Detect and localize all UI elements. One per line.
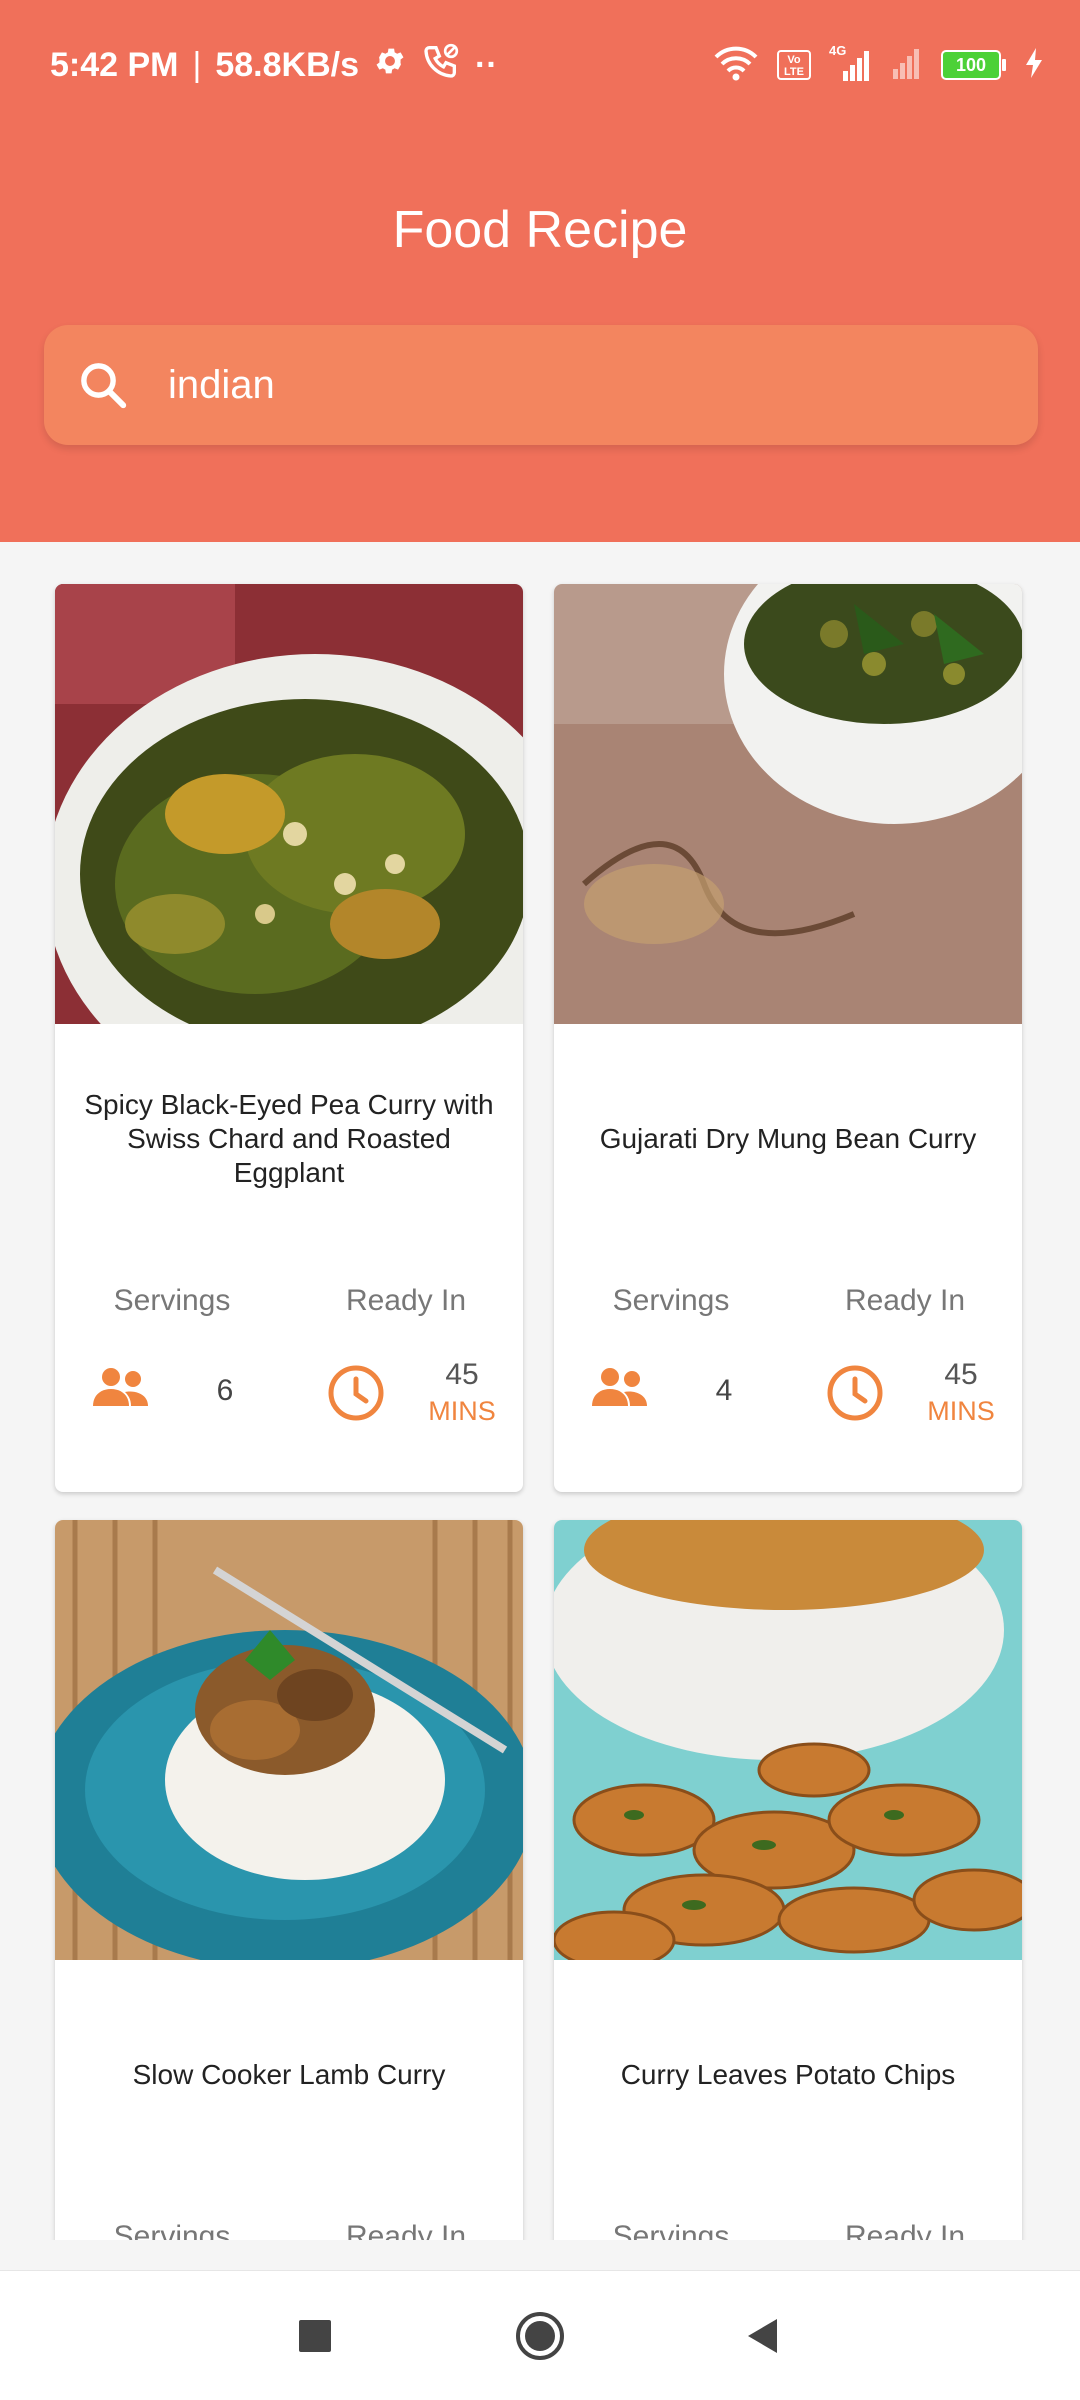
- search-bar[interactable]: [44, 325, 1038, 445]
- wifi-icon: [713, 45, 759, 86]
- clock-icon: [826, 1364, 884, 1427]
- ready-in-unit: MINS: [927, 1396, 995, 1426]
- battery-level: 100: [941, 50, 1001, 80]
- servings-value: 4: [715, 1374, 733, 1407]
- status-speed: 58.8KB/s: [215, 45, 359, 84]
- call-blocked-icon: [421, 41, 461, 90]
- servings-label: Servings: [612, 1284, 730, 1317]
- page-title: Food Recipe: [392, 201, 688, 259]
- servings-label: Servings: [113, 2220, 231, 2240]
- status-left: 5:42 PM | 58.8KB/s ··: [50, 40, 498, 90]
- recipe-card[interactable]: Spicy Black-Eyed Pea Curry with Swiss Ch…: [55, 584, 523, 1492]
- recipe-image[interactable]: [554, 584, 1022, 1024]
- servings-label: Servings: [612, 2220, 730, 2240]
- status-dots: ··: [474, 45, 498, 84]
- clock-icon: [327, 1364, 385, 1427]
- servings-section: Servings 6: [55, 1254, 289, 1492]
- ready-in-label: Ready In: [345, 2220, 467, 2240]
- status-bar: 5:42 PM | 58.8KB/s ·· Vo LTE 4G 100: [0, 0, 1080, 128]
- status-separator: |: [192, 45, 202, 84]
- servings-section: Servings: [55, 2190, 289, 2240]
- battery-icon: 100: [941, 50, 1006, 80]
- ready-in-section: Ready In: [289, 2190, 523, 2240]
- servings-value: 6: [216, 1374, 234, 1407]
- signal-icon: 4G: [829, 43, 873, 83]
- recipe-grid: Spicy Black-Eyed Pea Curry with Swiss Ch…: [0, 542, 1080, 2240]
- status-time: 5:42 PM: [50, 45, 179, 84]
- recipe-card[interactable]: Curry Leaves Potato Chips Servings Ready…: [554, 1520, 1022, 2240]
- search-icon[interactable]: [58, 340, 148, 430]
- recipe-title[interactable]: Gujarati Dry Mung Bean Curry: [578, 1024, 998, 1254]
- system-nav-bar: [0, 2270, 1080, 2400]
- recipe-title[interactable]: Curry Leaves Potato Chips: [578, 1960, 998, 2190]
- servings-section: Servings: [554, 2190, 788, 2240]
- signal-2-icon: [891, 45, 923, 86]
- triangle-back-icon[interactable]: [728, 2301, 798, 2371]
- app-header: 5:42 PM | 58.8KB/s ·· Vo LTE 4G 100 Food…: [0, 0, 1080, 542]
- square-icon[interactable]: [280, 2301, 350, 2371]
- ready-in-label: Ready In: [345, 1284, 467, 1317]
- ready-in-label: Ready In: [844, 1284, 966, 1317]
- circle-icon[interactable]: [505, 2301, 575, 2371]
- ready-in-label: Ready In: [844, 2220, 966, 2240]
- servings-label: Servings: [113, 1284, 231, 1317]
- ready-in-section: Ready In 45 MINS: [788, 1254, 1022, 1492]
- search-input[interactable]: [168, 362, 968, 408]
- volte-icon: Vo LTE: [777, 50, 811, 80]
- status-right: Vo LTE 4G 100: [713, 40, 1044, 90]
- recipe-card[interactable]: Slow Cooker Lamb Curry Servings Ready In: [55, 1520, 523, 2240]
- recipe-card[interactable]: Gujarati Dry Mung Bean Curry Servings 4 …: [554, 584, 1022, 1492]
- charging-icon: [1024, 47, 1044, 84]
- people-icon: [91, 1364, 151, 1419]
- ready-in-unit: MINS: [428, 1396, 496, 1426]
- ready-in-section: Ready In 45 MINS: [289, 1254, 523, 1492]
- recipe-image[interactable]: [554, 1520, 1022, 1960]
- ready-in-value: 45: [445, 1358, 479, 1391]
- recipe-image[interactable]: [55, 1520, 523, 1960]
- people-icon: [590, 1364, 650, 1419]
- recipe-title[interactable]: Spicy Black-Eyed Pea Curry with Swiss Ch…: [79, 1024, 499, 1254]
- recipe-image[interactable]: [55, 584, 523, 1024]
- servings-section: Servings 4: [554, 1254, 788, 1492]
- recipe-title[interactable]: Slow Cooker Lamb Curry: [79, 1960, 499, 2190]
- ready-in-section: Ready In: [788, 2190, 1022, 2240]
- gear-icon: [373, 44, 407, 87]
- ready-in-value: 45: [944, 1358, 978, 1391]
